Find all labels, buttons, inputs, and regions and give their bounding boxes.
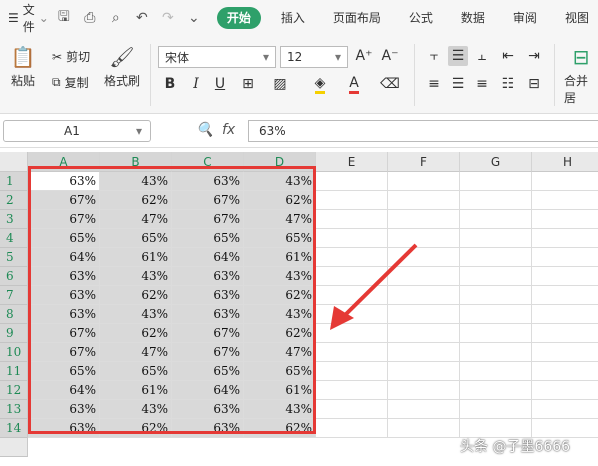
watermark: 头条 @子墨6666 xyxy=(460,439,571,455)
annotation-arrow xyxy=(330,243,418,330)
